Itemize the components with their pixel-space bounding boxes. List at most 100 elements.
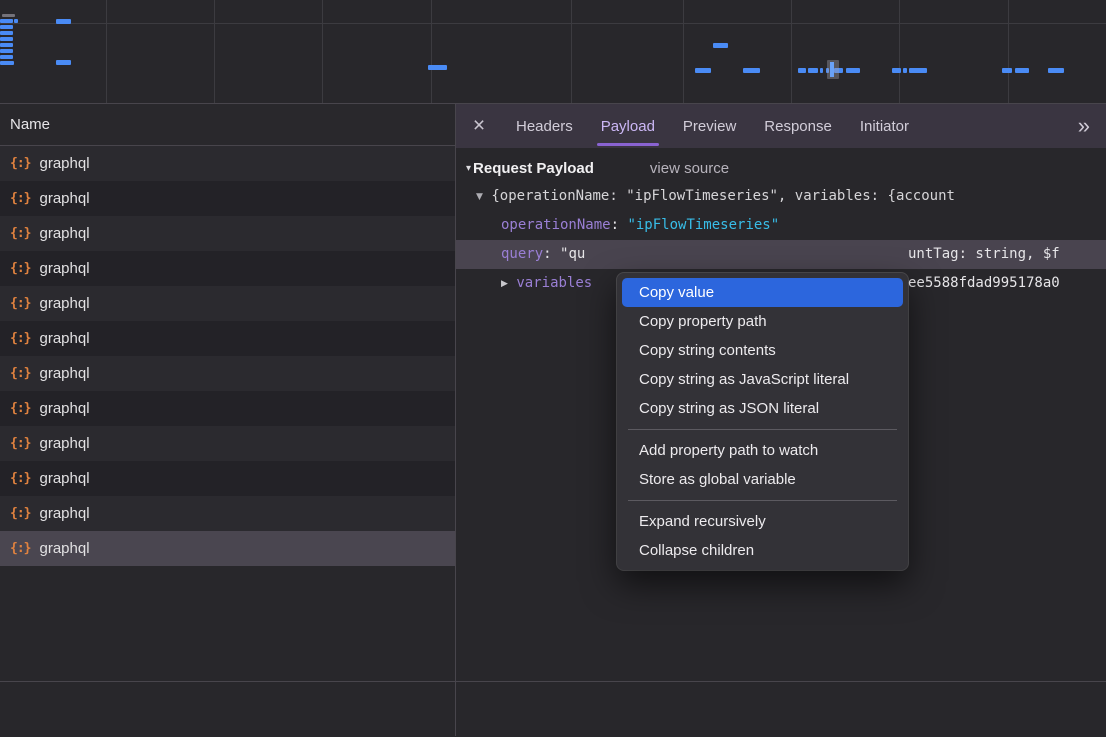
collapse-triangle-icon: ▾ [466, 163, 471, 174]
request-row[interactable]: {:} graphql [0, 356, 455, 391]
overview-gridline [322, 0, 323, 103]
overview-request-bar [1015, 68, 1029, 73]
request-row[interactable]: {:} graphql [0, 321, 455, 356]
property-value-left: "qu [560, 246, 585, 262]
json-braces-icon: {:} [10, 541, 30, 556]
request-row[interactable]: {:} graphql [0, 286, 455, 321]
devtools-network-panel: Name {:}graphql{:}graphql{:}graphql{:}gr… [0, 0, 1106, 737]
request-row[interactable]: {:} graphql [0, 251, 455, 286]
request-list-footer [0, 681, 455, 736]
property-value: "ipFlowTimeseries" [627, 217, 779, 233]
overview-selection-marker [827, 60, 839, 79]
overview-request-bar [695, 68, 711, 73]
detail-footer [456, 681, 1106, 736]
json-braces-icon: {:} [10, 331, 30, 346]
view-source-link[interactable]: view source [650, 160, 729, 177]
request-name: graphql [39, 260, 89, 277]
payload-summary-text: {operationName: "ipFlowTimeseries", vari… [491, 188, 955, 204]
request-row[interactable]: {:}graphql [0, 146, 455, 181]
overview-request-bar [808, 68, 818, 73]
json-braces-icon: {:} [10, 156, 30, 171]
request-name: graphql [39, 295, 89, 312]
json-braces-icon: {:} [10, 261, 30, 276]
request-row[interactable]: {:}graphql [0, 216, 455, 251]
overview-request-bar [798, 68, 806, 73]
menu-item-copy-string-contents[interactable]: Copy string contents [622, 336, 903, 365]
tab-response[interactable]: Response [750, 104, 846, 148]
json-braces-icon: {:} [10, 506, 30, 521]
json-braces-icon: {:} [10, 471, 30, 486]
more-tabs-icon[interactable]: » [1078, 104, 1090, 148]
overview-request-bar [14, 19, 18, 23]
collapsed-triangle-icon: ▶ [501, 279, 508, 289]
menu-item-copy-value[interactable]: Copy value [622, 278, 903, 307]
request-row[interactable]: {:}graphql [0, 496, 455, 531]
overview-request-bar [0, 19, 13, 23]
column-header-name[interactable]: Name [0, 104, 455, 146]
json-braces-icon: {:} [10, 226, 30, 241]
detail-tab-bar: × HeadersPayloadPreviewResponseInitiator… [456, 104, 1106, 148]
overview-gridline [571, 0, 572, 103]
menu-item-copy-property-path[interactable]: Copy property path [622, 307, 903, 336]
menu-item-expand-recursively[interactable]: Expand recursively [622, 507, 903, 536]
overview-request-bar [56, 60, 71, 65]
overview-request-bar [1002, 68, 1012, 73]
json-braces-icon: {:} [10, 366, 30, 381]
tab-headers[interactable]: Headers [502, 104, 587, 148]
menu-item-copy-string-as-javascript-literal[interactable]: Copy string as JavaScript literal [622, 365, 903, 394]
overview-request-bar [0, 25, 13, 29]
overview-request-bar [1048, 68, 1064, 73]
request-row[interactable]: {:} graphql [0, 461, 455, 496]
request-list-panel: Name {:}graphql{:}graphql{:}graphql{:}gr… [0, 104, 456, 736]
overview-gridline [791, 0, 792, 103]
overview-lane-line [0, 23, 1106, 24]
overview-request-bar [0, 49, 13, 53]
close-icon[interactable]: × [456, 104, 502, 148]
overview-selection-tick [830, 62, 834, 77]
request-row[interactable]: {:}graphql [0, 181, 455, 216]
overview-request-bar [0, 61, 14, 65]
payload-row-query[interactable]: query: "qu untTag: string, $f [456, 240, 1106, 269]
request-name: graphql [39, 435, 89, 452]
request-rows: {:} graphql {:} graphql {:} graphql {:} graphql… [0, 146, 455, 681]
overview-request-bar [903, 68, 907, 73]
tabs-container: HeadersPayloadPreviewResponseInitiator [502, 104, 923, 148]
network-overview[interactable] [0, 0, 1106, 104]
tab-preview[interactable]: Preview [669, 104, 750, 148]
json-braces-icon: {:} [10, 296, 30, 311]
payload-root-row[interactable]: ▼ {operationName: "ipFlowTimeseries", va… [456, 182, 1106, 211]
menu-item-collapse-children[interactable]: Collapse children [622, 536, 903, 565]
property-value-right: untTag: string, $f [908, 240, 1060, 269]
overview-request-bar [846, 68, 860, 73]
overview-request-bar [0, 37, 13, 41]
menu-item-add-property-path-to-watch[interactable]: Add property path to watch [622, 436, 903, 465]
payload-row-operation-name[interactable]: operationName: "ipFlowTimeseries" [456, 211, 1106, 240]
overview-gridline [683, 0, 684, 103]
request-name: graphql [39, 470, 89, 487]
tab-payload[interactable]: Payload [587, 104, 669, 148]
property-key: variables [516, 275, 592, 291]
tab-initiator[interactable]: Initiator [846, 104, 923, 148]
network-content: Name {:}graphql{:}graphql{:}graphql{:}gr… [0, 104, 1106, 736]
property-key: operationName [501, 217, 611, 233]
overview-request-bar [713, 43, 728, 48]
overview-request-bar [909, 68, 927, 73]
property-key: query [501, 246, 543, 262]
request-row[interactable]: {:} graphql [0, 391, 455, 426]
request-payload-section[interactable]: ▾ Request Payload view source [456, 148, 1106, 182]
menu-item-store-as-global-variable[interactable]: Store as global variable [622, 465, 903, 494]
overview-gridline [106, 0, 107, 103]
request-name: graphql [39, 400, 89, 417]
menu-separator [628, 429, 897, 430]
overview-request-bar [743, 68, 760, 73]
menu-item-copy-string-as-json-literal[interactable]: Copy string as JSON literal [622, 394, 903, 423]
overview-request-bar [892, 68, 901, 73]
json-braces-icon: {:} [10, 401, 30, 416]
request-row[interactable]: {:}graphql [0, 426, 455, 461]
request-row[interactable]: {:}graphql [0, 531, 455, 566]
property-value-right: ee5588fdad995178a0 [908, 269, 1060, 298]
request-name: graphql [39, 365, 89, 382]
request-name: graphql [39, 330, 89, 347]
request-name: graphql [39, 190, 89, 207]
overview-request-bar [56, 19, 71, 24]
